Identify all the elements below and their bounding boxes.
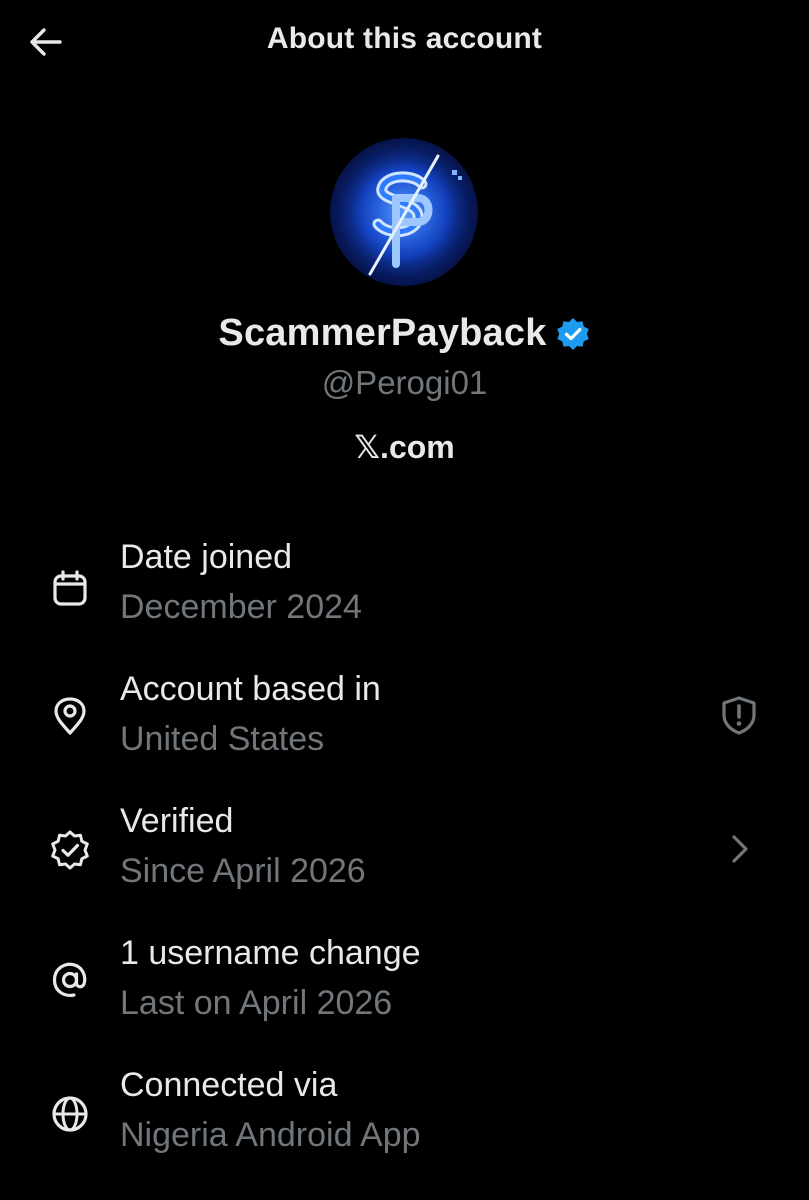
row-account-based-in: Account based in United States: [0, 670, 809, 780]
chevron-right-icon[interactable]: [716, 826, 762, 872]
row-subtitle: Nigeria Android App: [120, 1116, 421, 1154]
avatar[interactable]: [330, 138, 478, 286]
top-bar: About this account: [0, 0, 809, 86]
globe-icon: [46, 1090, 94, 1138]
row-connected-via: Connected via Nigeria Android App: [0, 1066, 809, 1176]
row-verified[interactable]: Verified Since April 2026: [0, 802, 809, 912]
row-subtitle: Since April 2026: [120, 852, 366, 890]
verified-check-icon: [46, 826, 94, 874]
page-title: About this account: [266, 22, 543, 55]
calendar-icon: [46, 564, 94, 612]
row-title: Connected via: [120, 1066, 338, 1104]
row-date-joined: Date joined December 2024: [0, 538, 809, 648]
row-subtitle: United States: [120, 720, 325, 758]
row-title: Account based in: [120, 670, 381, 708]
row-username-change: 1 username change Last on April 2026: [0, 934, 809, 1044]
verified-badge-icon[interactable]: [555, 316, 591, 352]
row-title: Date joined: [120, 538, 293, 576]
at-sign-icon: [46, 956, 94, 1004]
row-title: Verified: [120, 802, 234, 840]
location-pin-icon: [46, 692, 94, 740]
name-row: ScammerPayback: [0, 312, 809, 355]
row-subtitle: December 2024: [120, 588, 362, 626]
sp-logo-avatar: [332, 140, 476, 284]
display-name: ScammerPayback: [218, 312, 547, 354]
row-subtitle: Last on April 2026: [120, 984, 393, 1022]
shield-alert-icon[interactable]: [716, 692, 762, 738]
source-label: 𝕏.com: [354, 429, 455, 465]
user-handle: @Perogi01: [321, 364, 488, 401]
row-title: 1 username change: [120, 934, 421, 972]
